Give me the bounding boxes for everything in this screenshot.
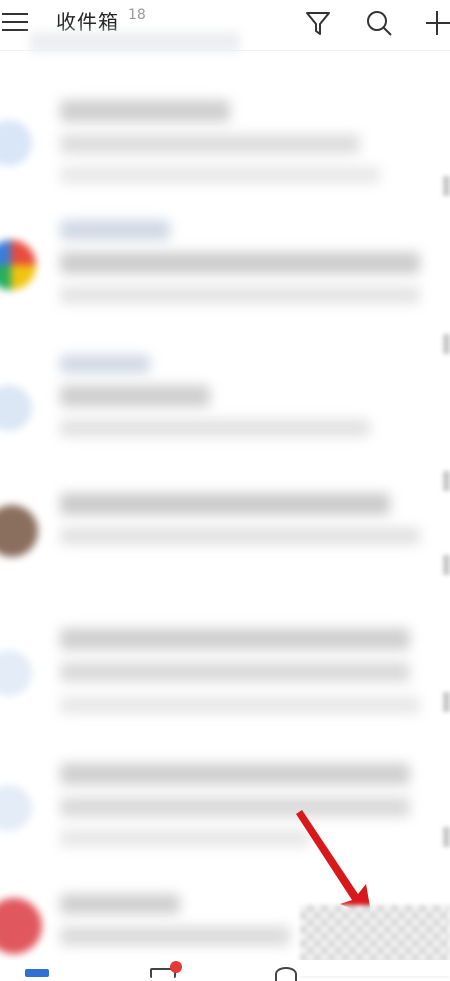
list-item[interactable] bbox=[0, 80, 450, 218]
search-icon[interactable] bbox=[365, 9, 393, 37]
avatar bbox=[0, 240, 36, 290]
avatar bbox=[0, 650, 32, 696]
avatar bbox=[0, 385, 32, 431]
list-item[interactable] bbox=[0, 755, 450, 893]
date-label bbox=[443, 692, 450, 712]
menu-icon[interactable] bbox=[2, 11, 28, 33]
list-item[interactable] bbox=[0, 345, 450, 491]
avatar bbox=[0, 898, 42, 954]
add-icon[interactable] bbox=[424, 9, 450, 37]
unread-count: 18 bbox=[128, 7, 146, 23]
date-label bbox=[443, 176, 450, 196]
avatar bbox=[0, 120, 32, 166]
notification-badge bbox=[170, 961, 182, 973]
avatar bbox=[0, 505, 38, 557]
app-header: 收件箱 18 bbox=[0, 0, 450, 52]
bottom-nav bbox=[0, 960, 450, 981]
list-item[interactable] bbox=[0, 210, 450, 354]
list-item[interactable] bbox=[0, 485, 450, 623]
filter-icon[interactable] bbox=[305, 9, 331, 37]
date-label bbox=[443, 827, 450, 847]
annotation-arrow bbox=[296, 810, 372, 918]
date-label bbox=[443, 555, 450, 575]
avatar bbox=[0, 785, 32, 831]
list-item[interactable] bbox=[0, 620, 450, 758]
contacts-icon[interactable] bbox=[275, 967, 297, 981]
page-title: 收件箱 bbox=[56, 10, 119, 34]
email-list bbox=[0, 50, 450, 960]
blurred-subtitle bbox=[30, 32, 240, 52]
